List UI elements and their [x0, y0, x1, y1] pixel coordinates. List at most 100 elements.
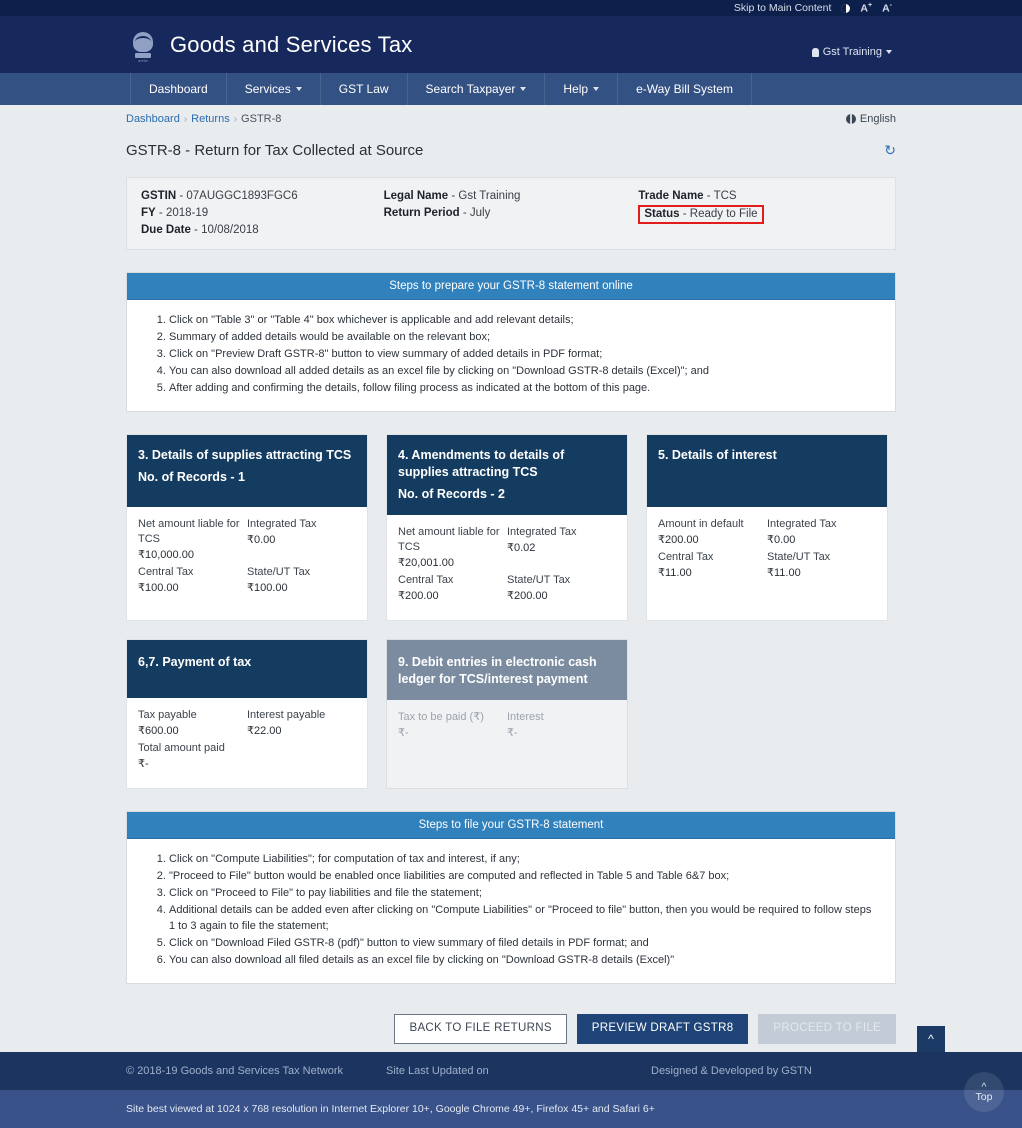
proceed-to-file-button: PROCEED TO FILE [758, 1014, 896, 1044]
footer-best-viewed: Site best viewed at 1024 x 768 resolutio… [126, 1102, 655, 1115]
tile-cell: Integrated Tax ₹0.00 [767, 517, 876, 548]
language-selector[interactable]: English [845, 113, 896, 125]
nav-item-dashboard[interactable]: Dashboard [130, 73, 227, 105]
footer: ^ © 2018-19 Goods and Services Tax Netwo… [0, 1025, 1022, 1128]
nav-item-eway-bill-system[interactable]: e-Way Bill System [618, 73, 752, 105]
footer-last-updated: Site Last Updated on [386, 1064, 489, 1077]
tile-header: 9. Debit entries in electronic cash ledg… [387, 640, 627, 701]
tile-title: 4. Amendments to details of supplies att… [398, 448, 565, 480]
breadcrumb-row: Dashboard › Returns › GSTR-8 English [126, 105, 896, 125]
prepare-steps-list: Click on "Table 3" or "Table 4" box whic… [143, 312, 879, 396]
tile-table-4[interactable]: 4. Amendments to details of supplies att… [386, 434, 628, 622]
status-value: Ready to File [689, 208, 758, 221]
due-date-value: 10/08/2018 [201, 224, 259, 237]
prepare-steps-body: Click on "Table 3" or "Table 4" box whic… [127, 300, 895, 411]
tile-header: 4. Amendments to details of supplies att… [387, 435, 627, 516]
font-decrease-button[interactable]: A- [882, 2, 892, 14]
cell-value: ₹0.00 [247, 534, 276, 547]
return-period-value: July [469, 207, 491, 220]
list-item: After adding and confirming the details,… [169, 380, 879, 396]
chevron-down-icon [520, 87, 527, 91]
tile-cell: Interest payable ₹22.00 [247, 708, 356, 739]
nav-label: Search Taxpayer [425, 82, 516, 96]
tile-cell: Integrated Tax ₹0.00 [247, 517, 356, 563]
trade-name-value: TCS [713, 190, 737, 203]
breadcrumb-dashboard[interactable]: Dashboard [126, 113, 180, 125]
globe-icon [845, 114, 856, 124]
nav-item-gst-law[interactable]: GST Law [321, 73, 408, 105]
tile-cell: State/UT Tax ₹11.00 [767, 550, 876, 581]
footer-sub: Site best viewed at 1024 x 768 resolutio… [0, 1071, 1022, 1128]
tile-table-5[interactable]: 5. Details of interest Amount in default… [646, 434, 888, 622]
back-to-file-returns-button[interactable]: BACK TO FILE RETURNS [394, 1014, 567, 1044]
tile-table-6-7[interactable]: 6,7. Payment of tax Tax payable ₹600.00 I… [126, 639, 368, 790]
back-to-top-label: Top [975, 1090, 993, 1103]
due-date-label: Due Date [141, 224, 191, 237]
chevron-up-icon: ^ [981, 1080, 987, 1093]
prepare-steps-panel: Steps to prepare your GSTR-8 statement o… [126, 272, 896, 413]
file-steps-heading: Steps to file your GSTR-8 statement [127, 812, 895, 840]
nav-label: Services [244, 82, 291, 96]
cell-value: ₹200.00 [658, 534, 699, 547]
action-bar: BACK TO FILE RETURNS PREVIEW DRAFT GSTR8… [126, 1014, 896, 1052]
list-item: You can also download all filed details … [169, 952, 879, 968]
nav-item-search-taxpayer[interactable]: Search Taxpayer [408, 73, 546, 105]
cell-value: ₹600.00 [138, 725, 179, 738]
breadcrumb-separator-icon: › [183, 114, 188, 125]
tile-table-3[interactable]: 3. Details of supplies attracting TCS No… [126, 434, 368, 622]
brand-header: सत्यमेव Goods and Services Tax Gst Train… [0, 16, 1022, 73]
scroll-up-tab[interactable]: ^ [917, 1025, 945, 1052]
chevron-down-icon [886, 50, 892, 54]
user-menu[interactable]: Gst Training [811, 46, 892, 58]
cell-value: ₹- [138, 758, 149, 771]
taxpayer-info-col-1: GSTIN - 07AUGGC1893FGC6 FY - 2018-19 Due… [141, 188, 384, 239]
cell-label: Interest [507, 711, 544, 724]
file-steps-body: Click on "Compute Liabilities"; for comp… [127, 839, 895, 983]
back-to-top-button[interactable]: ^ Top [964, 1071, 1004, 1112]
status-row: Status - Ready to File [638, 205, 881, 225]
footer-copyright: © 2018-19 Goods and Services Tax Network [126, 1064, 344, 1077]
nav-item-services[interactable]: Services [227, 73, 321, 105]
tile-body: Tax payable ₹600.00 Interest payable ₹22.0… [127, 698, 367, 788]
page-content: Dashboard › Returns › GSTR-8 English GSTR-8 … [0, 105, 1022, 1052]
page-title: GSTR-8 - Return for Tax Collected at Sou… [126, 142, 424, 160]
tile-cell: Amount in default ₹200.00 [658, 517, 767, 548]
list-item: Click on "Download Filed GSTR-8 (pdf)" b… [169, 935, 879, 951]
legal-name-value: Gst Training [458, 190, 521, 203]
page-title-row: GSTR-8 - Return for Tax Collected at Sou… [126, 132, 896, 169]
nav-label: e-Way Bill System [636, 82, 733, 96]
utility-bar: Skip to Main Content A+ A- [0, 0, 1022, 16]
cell-label: Total amount paid [138, 742, 225, 755]
gstin-label: GSTIN [141, 190, 177, 203]
cell-label: Tax to be paid (₹) [398, 711, 484, 724]
cell-label: Interest payable [247, 709, 326, 722]
cell-label: Central Tax [658, 551, 714, 564]
cell-value: ₹200.00 [398, 590, 439, 603]
tile-cell: Integrated Tax ₹0.02 [507, 525, 616, 571]
refresh-icon[interactable]: ↻ [884, 142, 896, 159]
list-item: Click on "Proceed to File" to pay liabil… [169, 885, 879, 901]
cell-label: Tax payable [138, 709, 197, 722]
legal-name-row: Legal Name - Gst Training [383, 190, 521, 203]
font-increase-button[interactable]: A+ [860, 2, 872, 14]
breadcrumb-returns[interactable]: Returns [191, 113, 230, 125]
due-date-row: Due Date - 10/08/2018 [141, 224, 259, 237]
skip-to-main-content-link[interactable]: Skip to Main Content [734, 3, 831, 14]
site-title: Goods and Services Tax [170, 31, 413, 57]
cell-value: ₹11.00 [767, 567, 801, 580]
preview-draft-gstr8-button[interactable]: PREVIEW DRAFT GSTR8 [576, 1014, 749, 1044]
tile-body: Tax to be paid (₹) ₹- Interest ₹- [387, 700, 627, 758]
list-item: Click on "Preview Draft GSTR-8" button t… [169, 346, 879, 362]
contrast-toggle-icon[interactable] [841, 3, 851, 13]
breadcrumb-separator-icon: › [233, 114, 238, 125]
fy-value: 2018-19 [165, 207, 209, 220]
list-item: Additional details can be added even aft… [169, 902, 879, 934]
breadcrumb: Dashboard › Returns › GSTR-8 [126, 113, 281, 125]
cell-value: ₹200.00 [507, 590, 548, 603]
tile-title: 3. Details of supplies attracting TCS [138, 448, 352, 463]
tile-body: Net amount liable for TCS ₹20,001.00 Inte… [387, 515, 627, 620]
cell-label: Integrated Tax [507, 526, 577, 539]
legal-name-label: Legal Name [383, 190, 449, 203]
nav-item-help[interactable]: Help [545, 73, 619, 105]
tile-records: No. of Records - 1 [138, 470, 245, 485]
